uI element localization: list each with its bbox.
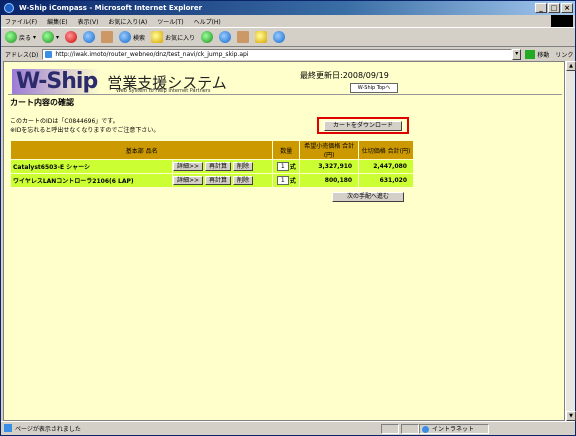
table-header: 基本部 品名 数量 希望小売価格 合計(円) 仕切価格 合計(円): [11, 141, 413, 159]
last-updated: 最終更新日:2008/09/19: [300, 71, 389, 80]
toolbar: 戻る ▾ ▾ 検索 お気に入り: [1, 27, 575, 47]
net-price: 2,447,080: [359, 160, 413, 173]
header-part: 基本部 品名: [11, 141, 273, 159]
browser-window: W-Ship iCompass - Microsoft Internet Exp…: [0, 0, 576, 436]
forward-button[interactable]: ▾: [42, 31, 59, 43]
menu-help[interactable]: ヘルプ(H): [194, 17, 221, 26]
minimize-button[interactable]: _: [535, 3, 547, 13]
header-net-price: 仕切価格 合計(円): [359, 141, 413, 159]
status-cell: [381, 423, 399, 434]
row-actions: 詳細>> 再計算 削除: [173, 174, 273, 187]
maximize-button[interactable]: □: [548, 3, 560, 13]
address-label: アドレス(D): [5, 51, 39, 59]
product-name: Catalyst6503-E シャーシ: [11, 160, 173, 173]
menu-view[interactable]: 表示(V): [78, 17, 99, 26]
links-button[interactable]: リンク: [555, 50, 573, 59]
detail-button[interactable]: 詳細>>: [173, 176, 204, 185]
cart-id-warning: ※IDを忘れると呼出せなくなりますのでご注意下さい。: [10, 127, 160, 134]
back-button[interactable]: 戻る ▾: [5, 31, 36, 43]
home-icon[interactable]: [101, 31, 114, 43]
page-content: W-Ship 営業支援システム Web System to Help Inter…: [3, 61, 565, 421]
back-icon: [5, 31, 17, 43]
list-price: 800,180: [300, 174, 359, 187]
list-price: 3,327,910: [300, 160, 359, 173]
status-message: ページが表示されました: [1, 424, 381, 433]
address-bar: アドレス(D) http://iwak.imoto/router_webneo/…: [1, 47, 575, 61]
row-actions: 詳細>> 再計算 削除: [173, 160, 273, 173]
menu-bar: ファイル(F) 編集(E) 表示(V) お気に入り(A) ツール(T) ヘルプ(…: [1, 15, 575, 27]
window-title: W-Ship iCompass - Microsoft Internet Exp…: [19, 4, 203, 12]
page-title: カート内容の確認: [10, 98, 74, 107]
recalc-button[interactable]: 再計算: [205, 162, 232, 171]
mail-icon[interactable]: [219, 31, 232, 43]
messenger-icon[interactable]: [273, 31, 286, 43]
print-icon[interactable]: [237, 31, 250, 43]
stop-icon[interactable]: [65, 31, 78, 43]
table-row: Catalyst6503-E シャーシ 詳細>> 再計算 削除 1式 3,327…: [11, 160, 413, 173]
qty-cell: 1式: [273, 160, 300, 173]
status-bar: ページが表示されました イントラネット: [1, 421, 575, 435]
go-arrow-icon: [525, 49, 536, 59]
wship-top-link[interactable]: W-Ship Topへ: [350, 83, 398, 93]
address-input[interactable]: http://iwak.imoto/router_webneo/dnz/test…: [42, 48, 513, 60]
header-qty: 数量: [273, 141, 300, 159]
status-cell: [401, 423, 419, 434]
search-button[interactable]: 検索: [119, 31, 145, 43]
ie-icon: [4, 3, 14, 13]
title-bar: W-Ship iCompass - Microsoft Internet Exp…: [1, 1, 575, 15]
favorites-button[interactable]: お気に入り: [151, 31, 195, 43]
search-icon: [119, 31, 132, 43]
download-highlight: カートをダウンロード: [317, 117, 409, 134]
recalc-button[interactable]: 再計算: [205, 176, 232, 185]
qty-input[interactable]: 1: [276, 176, 289, 185]
product-name: ワイヤレスLANコントローラ2106(6 LAP): [11, 174, 173, 187]
cart-table: 基本部 品名 数量 希望小売価格 合計(円) 仕切価格 合計(円) Cataly…: [10, 140, 414, 188]
windows-logo-icon: [551, 15, 573, 27]
delete-button[interactable]: 削除: [232, 176, 253, 185]
qty-input[interactable]: 1: [276, 162, 289, 171]
detail-button[interactable]: 詳細>>: [173, 162, 204, 171]
history-icon[interactable]: [201, 31, 214, 43]
address-dropdown[interactable]: ▾: [512, 48, 522, 60]
net-price: 631,020: [359, 174, 413, 187]
menu-edit[interactable]: 編集(E): [47, 17, 67, 26]
menu-file[interactable]: ファイル(F): [5, 17, 37, 26]
scroll-down-icon[interactable]: ▼: [566, 411, 576, 421]
logo-mark: W-Ship: [12, 69, 102, 94]
download-cart-button[interactable]: カートをダウンロード: [324, 121, 402, 131]
qty-unit: 式: [289, 178, 296, 185]
security-zone: イントラネット: [419, 423, 489, 434]
delete-button[interactable]: 削除: [232, 162, 253, 171]
menu-favorites[interactable]: お気に入り(A): [108, 17, 147, 26]
next-step-button[interactable]: 次の手配へ進む: [332, 192, 404, 202]
star-icon: [151, 31, 164, 43]
refresh-icon[interactable]: [83, 31, 96, 43]
go-button[interactable]: 移動: [525, 49, 549, 59]
header-divider: [8, 94, 562, 95]
qty-cell: 1式: [273, 174, 300, 187]
forward-icon: [42, 31, 55, 43]
menu-tools[interactable]: ツール(T): [157, 17, 183, 26]
header-list-price: 希望小売価格 合計(円): [300, 141, 359, 159]
table-row: ワイヤレスLANコントローラ2106(6 LAP) 詳細>> 再計算 削除 1式…: [11, 174, 413, 187]
close-button[interactable]: ×: [561, 3, 573, 13]
vertical-scrollbar[interactable]: ▲ ▼: [565, 61, 576, 421]
folder-icon[interactable]: [255, 31, 268, 43]
scroll-up-icon[interactable]: ▲: [566, 61, 576, 71]
cart-id-note: このカートのIDは「C0844696」です。: [10, 118, 119, 125]
qty-unit: 式: [289, 164, 296, 171]
